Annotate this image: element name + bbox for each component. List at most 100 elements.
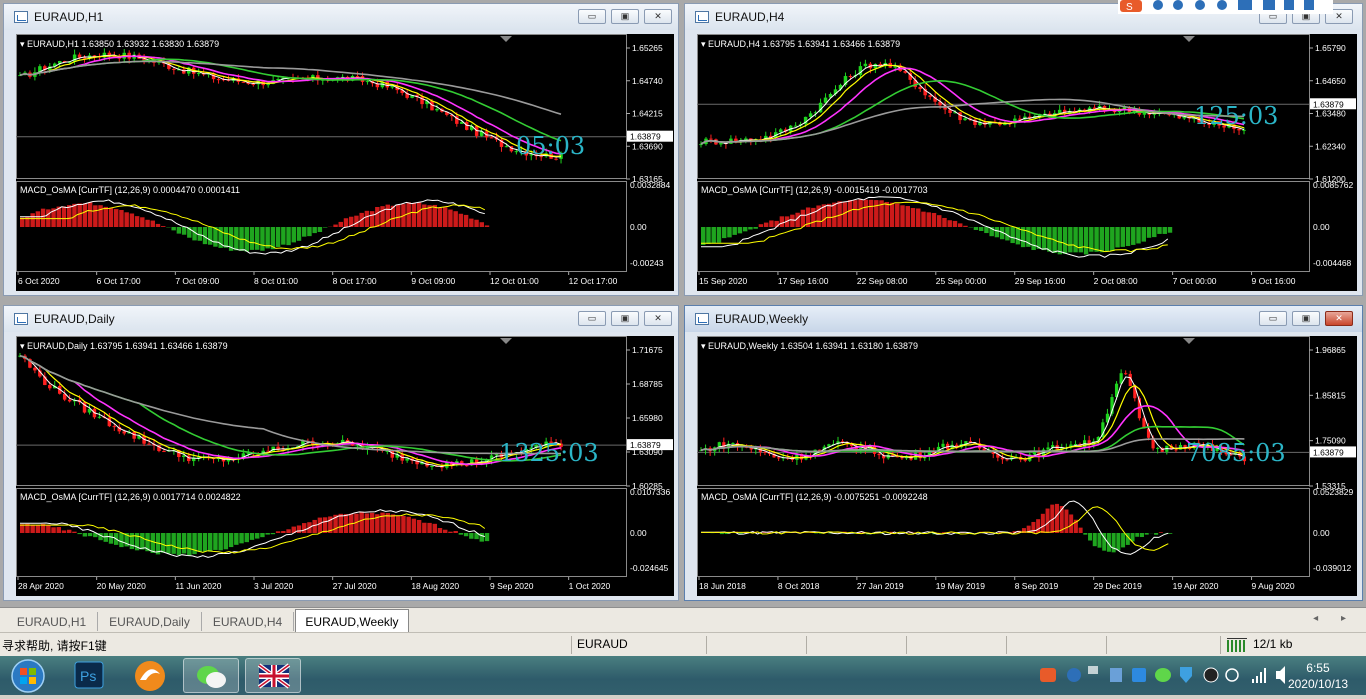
candle-body <box>465 122 468 130</box>
macd-histogram-bar <box>224 227 228 248</box>
price-scale-label: 1.65790 <box>1315 43 1346 53</box>
maximize-button[interactable]: ▣ <box>611 9 639 24</box>
macd-histogram-bar <box>286 227 290 245</box>
chart-canvas[interactable]: ▾ EURAUD,Daily 1.63795 1.63941 1.63466 1… <box>16 336 674 596</box>
window-title: EURAUD,H4 <box>715 10 784 24</box>
macd-histogram-bar <box>753 227 757 229</box>
macd-histogram-bar <box>811 208 815 227</box>
photoshop-icon[interactable]: Ps <box>62 658 118 693</box>
window-titlebar[interactable]: EURAUD,H1 ▭ ▣ ✕ <box>4 4 678 30</box>
macd-histogram-bar <box>354 216 358 227</box>
macd-histogram-bar <box>427 523 431 533</box>
macd-histogram-bar <box>177 533 181 555</box>
candle-body <box>217 79 220 80</box>
minimize-button[interactable]: ▭ <box>1259 311 1287 326</box>
macd-histogram-bar <box>104 533 108 542</box>
macd-scale-label: 0.00 <box>630 528 647 538</box>
date-axis-label: 29 Sep 16:00 <box>1015 276 1066 286</box>
tab-euraud-h4[interactable]: EURAUD,H4 <box>202 612 294 631</box>
candle-body <box>763 452 766 453</box>
chart-window-weekly[interactable]: EURAUD,Weekly ▭ ▣ ✕ ▾ EURAUD,Weekly 1.63… <box>684 305 1363 601</box>
macd-histogram-bar <box>843 202 847 227</box>
chart-window-h4[interactable]: EURAUD,H4 ▭ ▣ ✕ ▾ EURAUD,H4 1.63795 1.63… <box>684 3 1363 296</box>
browser-icon[interactable] <box>122 658 178 693</box>
macd-histogram-bar <box>717 227 721 243</box>
chart-window-daily[interactable]: EURAUD,Daily ▭ ▣ ✕ ▾ EURAUD,Daily 1.6379… <box>3 305 679 601</box>
tab-euraud-h1[interactable]: EURAUD,H1 <box>6 612 98 631</box>
macd-scale-label: -0.00243 <box>630 258 664 268</box>
tab-scroll-arrows[interactable]: ◂ ▸ <box>1313 613 1356 624</box>
date-axis-label: 3 Jul 2020 <box>254 581 293 591</box>
candle-body <box>719 143 722 144</box>
macd-histogram-bar <box>848 200 852 227</box>
wechat-icon[interactable] <box>183 658 239 693</box>
macd-histogram-bar <box>1163 227 1167 234</box>
macd-histogram-bar <box>1126 227 1130 246</box>
window-title: EURAUD,Daily <box>34 312 115 326</box>
macd-histogram-bar <box>386 205 390 227</box>
date-axis-label: 12 Oct 17:00 <box>569 276 618 286</box>
window-titlebar[interactable]: EURAUD,Daily ▭ ▣ ✕ <box>4 306 678 332</box>
candle-body <box>172 69 175 70</box>
macd-histogram-bar <box>443 207 447 227</box>
macd-histogram-bar <box>57 527 61 533</box>
macd-scale-label: 0.00 <box>1313 222 1330 232</box>
macd-histogram-bar <box>1093 533 1097 546</box>
price-scale-label: 1.63690 <box>632 141 663 151</box>
macd-histogram-bar <box>1100 227 1104 252</box>
macd-histogram-bar <box>375 207 379 227</box>
maximize-button[interactable]: ▣ <box>611 311 639 326</box>
macd-histogram-bar <box>1121 533 1125 547</box>
price-scale-label: 1.71675 <box>632 345 663 355</box>
close-button[interactable]: ✕ <box>644 9 672 24</box>
close-button[interactable]: ✕ <box>1325 311 1353 326</box>
maximize-button[interactable]: ▣ <box>1292 311 1320 326</box>
tab-euraud-weekly[interactable]: EURAUD,Weekly <box>295 609 409 632</box>
candle-body <box>963 118 966 120</box>
macd-scale-label: 0.00 <box>1313 528 1330 538</box>
macd-histogram-bar <box>974 227 978 230</box>
macd-histogram-bar <box>711 227 715 243</box>
svg-text:S: S <box>1126 2 1133 13</box>
system-clock[interactable]: 6:55 2020/10/13 <box>1288 660 1348 692</box>
close-button[interactable]: ✕ <box>644 311 672 326</box>
macd-histogram-bar <box>213 533 217 550</box>
chart-canvas[interactable]: ▾ EURAUD,H4 1.63795 1.63941 1.63466 1.63… <box>697 34 1357 291</box>
candle-body <box>356 76 359 77</box>
chart-canvas[interactable]: ▾ EURAUD,Weekly 1.63504 1.63941 1.63180 … <box>697 336 1357 596</box>
chart-canvas[interactable]: ▾ EURAUD,H1 1.63850 1.63932 1.63830 1.63… <box>16 34 674 291</box>
macd-histogram-bar <box>916 208 920 227</box>
macd-histogram-bar <box>161 226 165 227</box>
moving-average-line <box>20 56 561 157</box>
date-axis-label: 7 Oct 09:00 <box>175 276 219 286</box>
macd-histogram-bar <box>864 200 868 227</box>
chart-window-h1[interactable]: EURAUD,H1 ▭ ▣ ✕ ▾ EURAUD,H1 1.63850 1.63… <box>3 3 679 296</box>
moving-average-line <box>20 56 561 154</box>
minimize-button[interactable]: ▭ <box>578 311 606 326</box>
status-section <box>706 636 806 654</box>
macd-histogram-bar <box>485 533 489 541</box>
mt4-uk-flag-icon[interactable] <box>245 658 301 693</box>
macd-histogram-bar <box>1041 514 1045 533</box>
macd-histogram-bar <box>83 533 87 537</box>
macd-histogram-bar <box>422 523 426 533</box>
macd-scale-label: 0.0523829 <box>1313 487 1353 497</box>
macd-histogram-bar <box>151 533 155 553</box>
macd-histogram-bar <box>780 216 784 227</box>
candle-body <box>1156 448 1159 449</box>
ime-toolbar[interactable]: S <box>1118 0 1333 14</box>
date-axis-label: 8 Oct 2018 <box>778 581 820 591</box>
date-axis-label: 15 Sep 2020 <box>699 276 747 286</box>
macd-histogram-bar <box>151 221 155 227</box>
start-orb-icon[interactable] <box>2 658 54 693</box>
macd-histogram-bar <box>706 227 710 244</box>
macd-histogram-bar <box>443 530 447 533</box>
minimize-button[interactable]: ▭ <box>578 9 606 24</box>
tab-euraud-daily[interactable]: EURAUD,Daily <box>98 612 202 631</box>
candle-body <box>1046 447 1049 449</box>
macd-histogram-bar <box>438 208 442 227</box>
macd-histogram-bar <box>359 512 363 533</box>
macd-histogram-bar <box>895 204 899 227</box>
window-titlebar[interactable]: EURAUD,Weekly ▭ ▣ ✕ <box>685 306 1362 332</box>
macd-histogram-bar <box>1063 227 1067 254</box>
